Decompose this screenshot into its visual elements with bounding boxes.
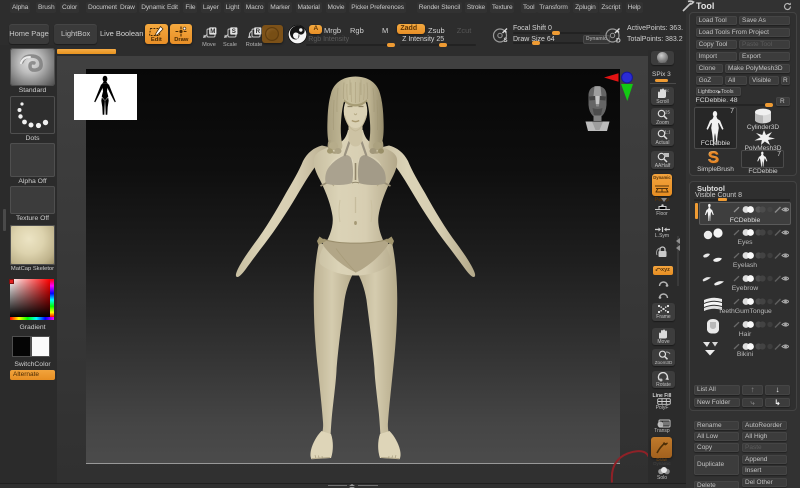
svg-text:30: 30 [665, 88, 669, 93]
svg-text:S: S [231, 28, 235, 35]
svg-text:25: 25 [665, 109, 670, 114]
svg-text:1:1: 1:1 [664, 130, 670, 135]
svg-text:D: D [616, 38, 621, 45]
svg-text:M: M [210, 28, 215, 35]
svg-text:S: S [504, 38, 508, 44]
svg-text:R: R [255, 28, 260, 35]
